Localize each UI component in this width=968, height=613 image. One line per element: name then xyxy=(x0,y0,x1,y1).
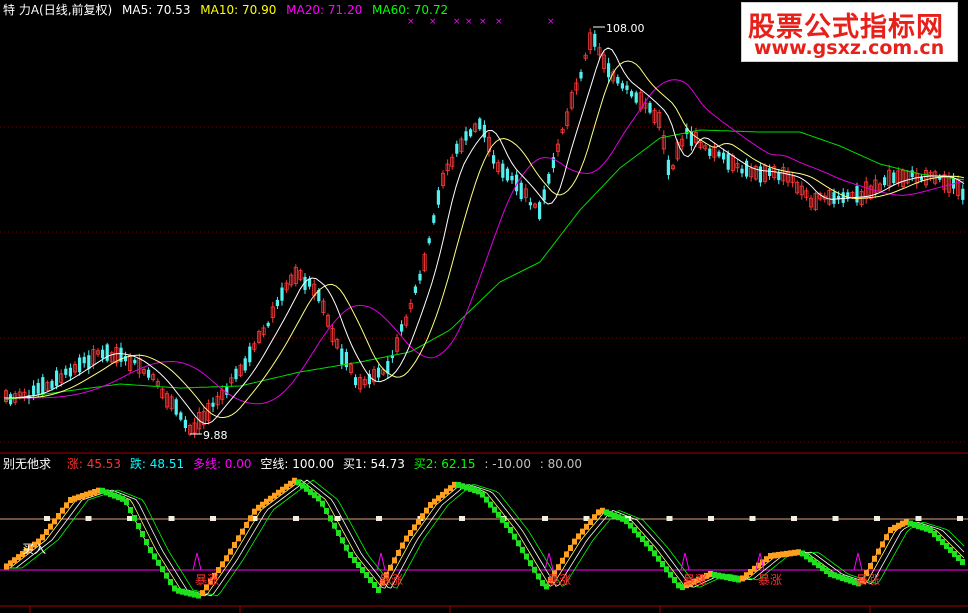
surge-label: 暴涨 xyxy=(758,572,782,587)
low-price-label: 9.88 xyxy=(203,429,228,442)
high-price-marker: 108.00 xyxy=(593,22,645,35)
svg-text:×: × xyxy=(495,17,503,27)
chart-canvas: × × × × × × × 108.00 9.88 暴涨 暴涨 暴涨 暴涨 暴涨 暴涨 买入 xyxy=(0,17,968,613)
svg-text:×: × xyxy=(453,17,461,27)
low-price-marker: 9.88 xyxy=(190,429,228,442)
indicator-fall: 跌: 48.51 xyxy=(129,457,185,471)
indicator-buy1: 买1: 54.73 xyxy=(343,457,405,471)
ma10-value: MA10: 70.90 xyxy=(200,3,277,17)
period-label: (日线,前复权) xyxy=(39,3,113,17)
ma60-value: MA60: 70.72 xyxy=(372,3,449,17)
surge-label: 暴涨 xyxy=(379,572,403,587)
watermark-url: www.gsxz.com.cn xyxy=(754,37,945,59)
surge-label: 暴涨 xyxy=(547,572,571,587)
indicator-header: 别无他求 涨: 45.53 跌: 48.51 多线: 0.00 空线: 100.… xyxy=(3,456,587,472)
indicator-buy2: 买2: 62.15 xyxy=(413,457,476,471)
price-gridlines xyxy=(0,126,968,443)
indicator-long-line: 多线: 0.00 xyxy=(192,457,252,471)
watermark-logo: 股票公式指标网 www.gsxz.com.cn xyxy=(741,2,958,62)
indicator-level-low: : -10.00 xyxy=(484,457,531,471)
indicator-name: 别无他求 xyxy=(3,457,52,471)
indicator-short-line: 空线: 100.00 xyxy=(260,457,335,471)
svg-text:×: × xyxy=(407,17,415,27)
svg-text:×: × xyxy=(479,17,487,27)
price-header: 特 力A(日线,前复权) MA5: 70.53 MA10: 70.90 MA20… xyxy=(3,2,454,18)
ma5-value: MA5: 70.53 xyxy=(122,3,191,17)
candles xyxy=(4,28,965,439)
buy-label: 买入 xyxy=(22,542,46,556)
indicator-level-high: : 80.00 xyxy=(539,457,582,471)
indicator-rise: 涨: 45.53 xyxy=(66,457,122,471)
oscillator-blocks xyxy=(4,477,965,599)
svg-text:×: × xyxy=(429,17,437,27)
bottom-time-axis xyxy=(0,605,968,613)
svg-text:×: × xyxy=(465,17,473,27)
surge-label: 暴涨 xyxy=(195,572,219,587)
surge-label: 暴涨 xyxy=(683,572,707,587)
ma20-value: MA20: 71.20 xyxy=(286,3,363,17)
ma5-line xyxy=(4,47,965,425)
high-price-label: 108.00 xyxy=(606,22,645,35)
surge-label: 暴涨 xyxy=(856,572,880,587)
stock-name: 特 力A xyxy=(3,3,40,17)
top-markers: × × × × × × × xyxy=(407,17,555,27)
svg-text:×: × xyxy=(547,17,555,27)
